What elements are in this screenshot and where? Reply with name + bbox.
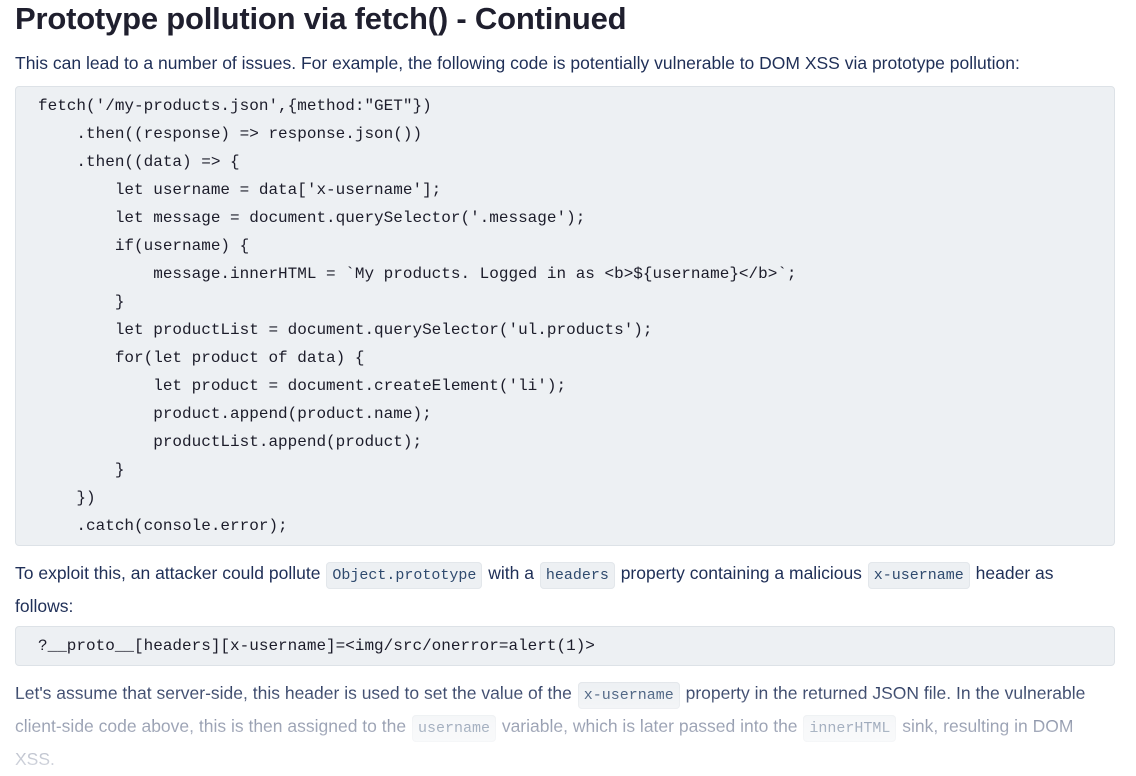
text-run: To exploit this, an attacker could pollu… <box>15 563 326 583</box>
text-run: variable, which is later passed into the <box>496 716 803 736</box>
code-line: .then((response) => response.json()) <box>38 125 423 143</box>
inline-code-x-username: x-username <box>867 562 970 589</box>
code-line: .then((data) => { <box>38 153 240 171</box>
inline-code-innerhtml: innerHTML <box>803 715 897 742</box>
text-run: with a <box>483 563 539 583</box>
inline-code-object-prototype: Object.prototype <box>326 562 483 589</box>
page-title: Prototype pollution via fetch() - Contin… <box>15 1 627 36</box>
text-run: Let's assume that server-side, this head… <box>15 683 577 703</box>
code-line: let message = document.querySelector('.m… <box>38 209 586 227</box>
code-block-payload: ?__proto__[headers][x-username]=<img/src… <box>15 626 1115 666</box>
code-line: if(username) { <box>38 237 250 255</box>
code-line: fetch('/my-products.json',{method:"GET"}… <box>38 97 432 115</box>
code-line: let username = data['x-username']; <box>38 181 442 199</box>
text-run: property containing a malicious <box>615 563 867 583</box>
code-line: }) <box>38 489 96 507</box>
inline-code-headers: headers <box>539 562 615 589</box>
code-line: product.append(product.name); <box>38 405 432 423</box>
exploit-paragraph: To exploit this, an attacker could pollu… <box>15 558 1115 621</box>
code-line: } <box>38 293 125 311</box>
code-line: let productList = document.querySelector… <box>38 321 653 339</box>
code-block-fetch: fetch('/my-products.json',{method:"GET"}… <box>15 86 1115 546</box>
code-line: message.innerHTML = `My products. Logged… <box>38 265 797 283</box>
inline-code-username: username <box>411 715 496 742</box>
code-line: ?__proto__[headers][x-username]=<img/src… <box>38 637 595 655</box>
code-line: } <box>38 461 125 479</box>
code-line: productList.append(product); <box>38 433 423 451</box>
explanation-paragraph: Let's assume that server-side, this head… <box>15 678 1115 774</box>
inline-code-x-username: x-username <box>577 682 680 709</box>
code-line: let product = document.createElement('li… <box>38 377 567 395</box>
code-line: for(let product of data) { <box>38 349 365 367</box>
code-line: .catch(console.error); <box>38 517 288 535</box>
intro-paragraph: This can lead to a number of issues. For… <box>15 53 1020 73</box>
